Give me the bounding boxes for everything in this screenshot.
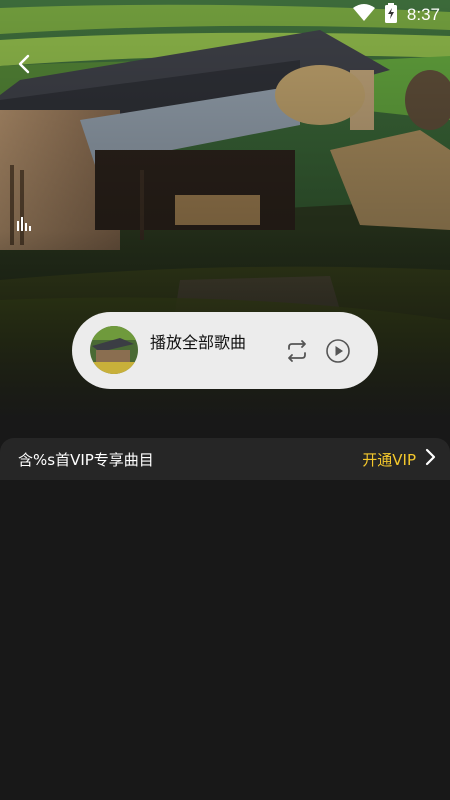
play-circle-icon <box>325 339 351 368</box>
battery-charging-icon <box>384 3 397 27</box>
play-button[interactable] <box>325 338 351 364</box>
wifi-icon <box>352 4 375 26</box>
chevron-right-icon <box>424 447 436 471</box>
repeat-icon <box>284 340 310 368</box>
album-cover <box>90 326 138 374</box>
status-time: 8:37 <box>406 5 440 24</box>
status-bar: 8:37 <box>0 0 450 30</box>
play-all-bar[interactable]: 播放全部歌曲 <box>72 312 378 389</box>
back-button[interactable] <box>10 52 38 80</box>
vip-tracks-text: 含%s首VIP专享曲目 <box>18 451 154 469</box>
repeat-button[interactable] <box>284 338 310 364</box>
open-vip-label: 开通VIP <box>362 450 416 469</box>
open-vip-button[interactable]: 开通VIP <box>362 447 436 471</box>
chevron-left-icon <box>16 53 32 79</box>
song-list-area <box>0 480 450 800</box>
play-all-label: 播放全部歌曲 <box>150 333 247 352</box>
vip-banner: 含%s首VIP专享曲目 开通VIP <box>0 438 450 480</box>
status-icons: 8:37 <box>352 3 440 27</box>
equalizer-icon <box>16 216 32 235</box>
